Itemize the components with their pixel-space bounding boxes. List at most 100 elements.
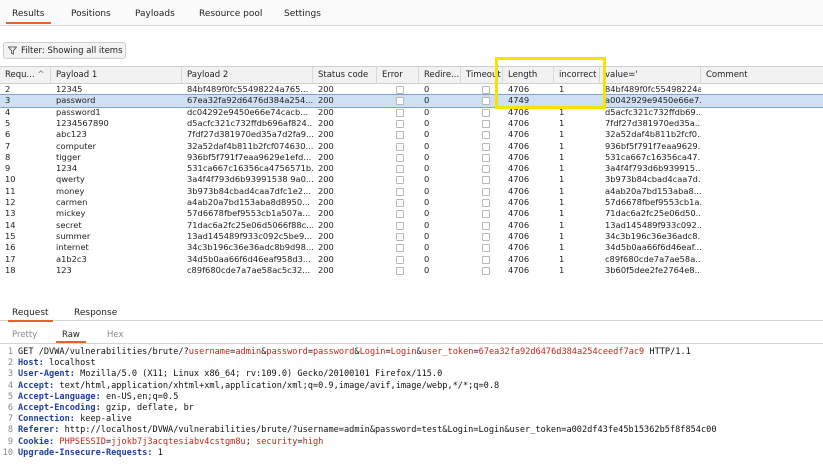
col-incorrect[interactable]: incorrect	[554, 67, 600, 84]
request-line: 8 Referer: http://localhost/DVWA/vulnerab…	[0, 425, 823, 436]
cell-status: 200	[318, 219, 334, 230]
cell-request: 7	[5, 140, 11, 151]
col-request[interactable]: Requ... ^	[0, 67, 51, 84]
table-row[interactable]: 8 tigger 936bf5f791f7eaa9629e1efd... 200 0 47…	[0, 152, 823, 163]
tab-payloads[interactable]: Payloads	[135, 9, 175, 19]
table-row[interactable]: 16 internet 34c3b196c36e36adc8b9d98... 200 0…	[0, 242, 823, 253]
cell-status: 200	[318, 208, 334, 219]
timeout-checkbox	[482, 142, 490, 151]
line-number: 2	[7, 358, 13, 369]
view-tabs: Pretty Raw Hex	[0, 326, 823, 344]
cell-value: a0042929e9450e66e7...	[605, 95, 701, 106]
cell-length: 4706	[508, 242, 530, 253]
param-token: password	[313, 347, 355, 357]
col-redirects[interactable]: Redire...	[419, 67, 461, 84]
cell-payload1: internet	[56, 242, 89, 253]
tab-pretty[interactable]: Pretty	[12, 330, 37, 340]
cell-status: 200	[318, 197, 334, 207]
col-payload1[interactable]: Payload 1	[51, 67, 182, 84]
cell-length: 4706	[508, 264, 530, 275]
cell-redirects: 0	[424, 242, 430, 253]
table-row[interactable]: 3 password 67ea32fa92d6476d384a254... 200 0 4…	[0, 94, 823, 108]
cell-redirects: 0	[424, 219, 430, 230]
table-row[interactable]: 4 password1 dc04292e9450e66e74cacb... 200 0 4…	[0, 107, 823, 118]
table-row[interactable]: 14 secret 71dac6a2fc25e06d5066f88c... 200 0 4…	[0, 220, 823, 231]
cell-length: 4706	[508, 230, 530, 241]
cell-incorrect	[554, 95, 600, 106]
tab-response[interactable]: Response	[74, 308, 117, 318]
tab-request[interactable]: Request	[8, 308, 53, 322]
cell-payload2: 67ea32fa92d6476d384a254...	[187, 95, 313, 106]
error-checkbox	[396, 142, 404, 151]
timeout-checkbox	[482, 266, 490, 275]
cell-length: 4749	[508, 95, 530, 106]
table-row[interactable]: 5 1234567890 d5acfc321c732ffdb696af824... 2…	[0, 118, 823, 129]
cell-payload2: 7fdf27d381970ed35a7d2fa9...	[187, 129, 313, 140]
table-row[interactable]: 18 123 c89f680cde7a7ae58ac5c32... 200 0 4706 1…	[0, 265, 823, 276]
cell-payload1: qwerty	[56, 174, 85, 185]
header-key: Host:	[18, 358, 44, 369]
timeout-checkbox	[482, 165, 490, 174]
table-row[interactable]: 2 12345 84bf489f0fc55498224a765... 200 0 4706…	[0, 84, 823, 95]
cell-request: 16	[5, 242, 16, 253]
cell-status: 200	[318, 242, 334, 253]
col-status[interactable]: Status code	[313, 67, 377, 84]
timeout-checkbox	[482, 108, 490, 117]
cell-payload1: password1	[56, 106, 101, 117]
cell-payload2: 34d5b0aa66f6d46eaf958d3...	[187, 253, 311, 264]
col-comment[interactable]: Comment	[701, 67, 823, 84]
error-checkbox	[396, 210, 404, 219]
tab-results[interactable]: Results	[6, 9, 50, 24]
cell-incorrect: 1	[559, 219, 565, 230]
timeout-checkbox	[482, 187, 490, 196]
filter-bar[interactable]: Filter: Showing all items	[3, 42, 126, 59]
cell-length: 4706	[508, 253, 530, 264]
table-row[interactable]: 9 1234 531ca667c16356ca4756571b... 200 0 4706…	[0, 163, 823, 174]
error-checkbox	[396, 153, 404, 162]
cell-request: 10	[5, 174, 16, 185]
table-row[interactable]: 15 summer 13ad145489f933c092c5be9... 200 0 47…	[0, 231, 823, 242]
tab-hex[interactable]: Hex	[107, 330, 124, 340]
cell-incorrect: 1	[559, 253, 565, 264]
request-editor[interactable]: 1 GET /DVWA/vulnerabilities/brute/?userna…	[0, 346, 823, 469]
header-key: Upgrade-Insecure-Requests:	[18, 447, 153, 458]
cell-payload1: carmen	[56, 197, 88, 207]
tab-positions[interactable]: Positions	[71, 9, 111, 19]
param-token: jjokb7j3acqtesiabv4cstgm8u	[111, 436, 246, 447]
error-checkbox	[396, 255, 404, 264]
cell-incorrect: 1	[559, 185, 565, 196]
cell-length: 4706	[508, 84, 530, 94]
col-timeout[interactable]: Timeout	[461, 67, 503, 84]
tab-raw[interactable]: Raw	[56, 330, 86, 343]
table-row[interactable]: 17 a1b2c3 34d5b0aa66f6d46eaf958d3... 200 0 47…	[0, 254, 823, 265]
table-row[interactable]: 7 computer 32a52daf4b811b2fcf074630... 200 0…	[0, 141, 823, 152]
timeout-checkbox	[482, 86, 490, 94]
error-checkbox	[396, 108, 404, 117]
col-value[interactable]: value='	[600, 67, 701, 84]
col-error[interactable]: Error	[377, 67, 419, 84]
cell-status: 200	[318, 230, 334, 241]
request-line: 2 Host: localhost	[0, 358, 823, 369]
line-number: 8	[7, 425, 13, 436]
col-length[interactable]: Length	[503, 67, 554, 84]
table-row[interactable]: 13 mickey 57d6678fbef9553cb1a507a... 200 0 47…	[0, 208, 823, 219]
cell-incorrect: 1	[559, 106, 565, 117]
table-row[interactable]: 12 carmen a4ab20a7bd153aba8d8950... 200 0 470…	[0, 197, 823, 208]
tab-resource-pool[interactable]: Resource pool	[199, 9, 262, 19]
table-row[interactable]: 11 money 3b973b84cbad4caa7dfc1e2... 200 0 470…	[0, 186, 823, 197]
cell-redirects: 0	[424, 253, 430, 264]
header-key: User-Agent:	[18, 369, 75, 380]
table-row[interactable]: 10 qwerty 3a4f4f793d6b93991538 9a0... 200 0 4…	[0, 174, 823, 185]
timeout-checkbox	[482, 119, 490, 128]
cell-payload1: abc123	[56, 129, 87, 140]
cell-request: 8	[5, 151, 11, 162]
table-row[interactable]: 6 abc123 7fdf27d381970ed35a7d2fa9... 200 0 47…	[0, 129, 823, 140]
request-line: 10 Upgrade-Insecure-Requests: 1	[0, 448, 823, 459]
line-text: Mozilla/5.0 (X11; Linux x86_64; rv:109.0…	[74, 369, 443, 380]
tab-settings[interactable]: Settings	[284, 9, 321, 19]
error-checkbox	[396, 119, 404, 128]
cell-request: 6	[5, 129, 11, 140]
cell-length: 4706	[508, 117, 530, 128]
cell-length: 4706	[508, 208, 530, 219]
col-payload2[interactable]: Payload 2	[182, 67, 313, 84]
